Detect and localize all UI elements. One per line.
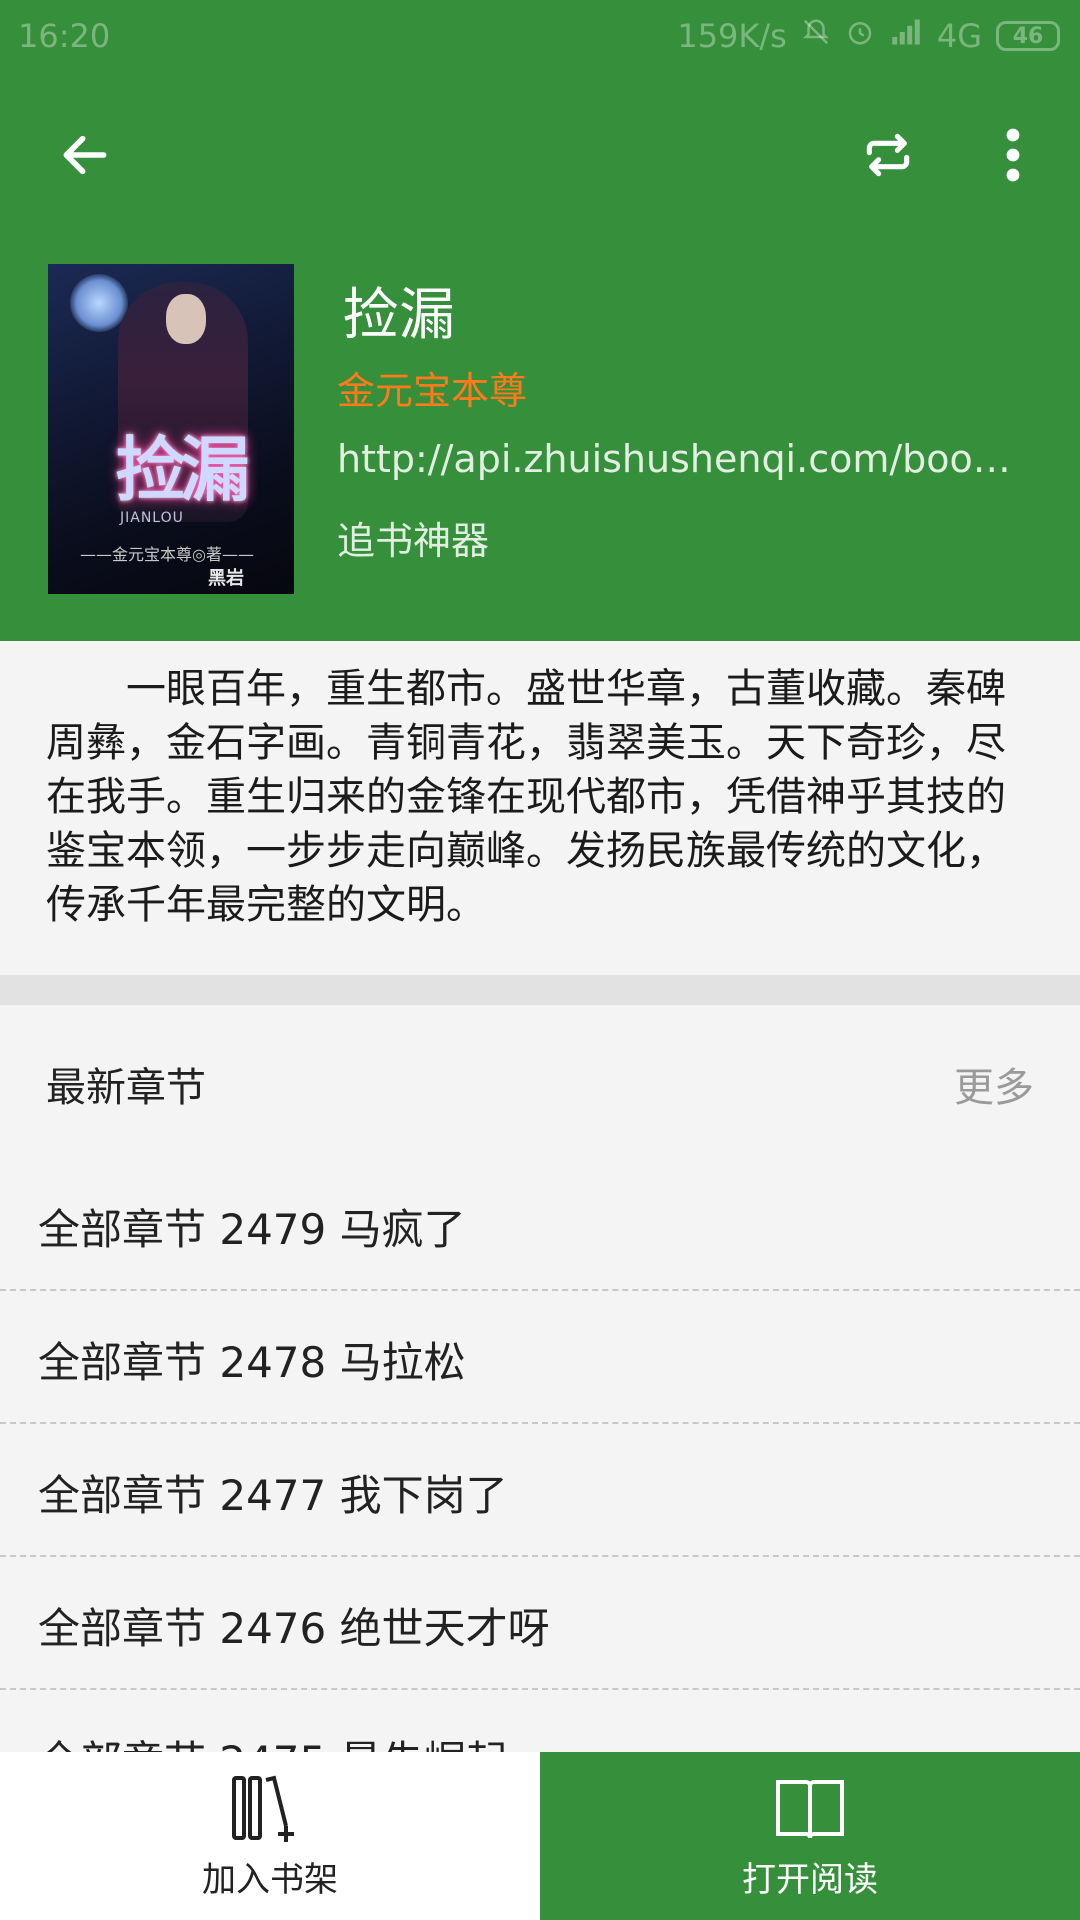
chapter-title: 全部章节 2478 马拉松 [38,1338,466,1387]
chapter-title: 全部章节 2477 我下岗了 [38,1471,508,1520]
book-description: 一眼百年，重生都市。盛世华章，古董收藏。秦碑周彝，金石字画。青铜青花，翡翠美玉。… [46,666,1006,928]
status-bar: 16:20 159K/s 4G 46 [0,0,1080,75]
chapter-title: 全部章节 2476 绝世天才呀 [38,1604,550,1653]
cover-title: 捡漏 [116,428,250,511]
more-options-button[interactable] [978,120,1048,190]
open-book-icon [776,1780,844,1839]
bottom-action-bar: 加入书架 打开阅读 [0,1752,1080,1920]
chapter-list: 全部章节 2479 马疯了 全部章节 2478 马拉松 全部章节 2477 我下… [0,1158,1080,1823]
chapter-item[interactable]: 全部章节 2478 马拉松 [0,1291,1080,1424]
battery-level: 46 [1012,23,1044,49]
signal-icon [889,17,923,55]
battery-icon: 46 [996,21,1060,51]
open-read-label: 打开阅读 [742,1860,878,1900]
toolbar [0,100,1080,210]
mute-icon [801,17,831,55]
book-source-url: http://api.zhuishushenqi.com/book/5a4f0b… [337,437,1022,481]
cover-pinyin: JIANLOU [120,510,184,526]
book-detail-page: 16:20 159K/s 4G 46 捡漏 JIANLOU ——金元宝本尊◎著—… [0,0,1080,1920]
back-button[interactable] [50,120,120,190]
book-source-name: 追书神器 [337,519,490,563]
latest-chapters-header: 最新章节 更多 [0,1040,1080,1120]
book-author[interactable]: 金元宝本尊 [337,360,527,415]
cover-author: ——金元宝本尊◎著—— [80,545,254,564]
add-to-shelf-button[interactable]: 加入书架 [0,1752,540,1920]
more-vertical-icon [1006,128,1020,182]
network-speed: 159K/s [677,17,787,55]
latest-chapters-title: 最新章节 [46,1065,206,1111]
cover-moon [70,274,128,332]
chapter-title: 全部章节 2479 马疯了 [38,1205,466,1254]
book-cover[interactable]: 捡漏 JIANLOU ——金元宝本尊◎著—— 黑岩 [48,264,294,594]
swap-source-icon [866,133,910,177]
status-time: 16:20 [18,17,111,55]
chapter-item[interactable]: 全部章节 2476 绝世天才呀 [0,1557,1080,1690]
section-divider [0,975,1080,1005]
cover-publisher-logo: 黑岩 [208,568,244,589]
chapter-item[interactable]: 全部章节 2479 马疯了 [0,1158,1080,1291]
status-indicators: 159K/s 4G 46 [677,17,1060,55]
book-header: 16:20 159K/s 4G 46 捡漏 JIANLOU ——金元宝本尊◎著—… [0,0,1080,641]
network-type: 4G [936,17,982,55]
add-to-shelf-label: 加入书架 [202,1860,338,1900]
open-read-button[interactable]: 打开阅读 [540,1752,1080,1920]
arrow-left-icon [63,135,107,175]
chapter-item[interactable]: 全部章节 2477 我下岗了 [0,1424,1080,1557]
book-title: 捡漏 [343,283,455,348]
cover-face [166,294,206,344]
bookshelf-add-icon [232,1775,294,1842]
alarm-icon [845,17,875,55]
more-chapters-link[interactable]: 更多 [954,1055,1034,1113]
change-source-button[interactable] [853,120,923,190]
